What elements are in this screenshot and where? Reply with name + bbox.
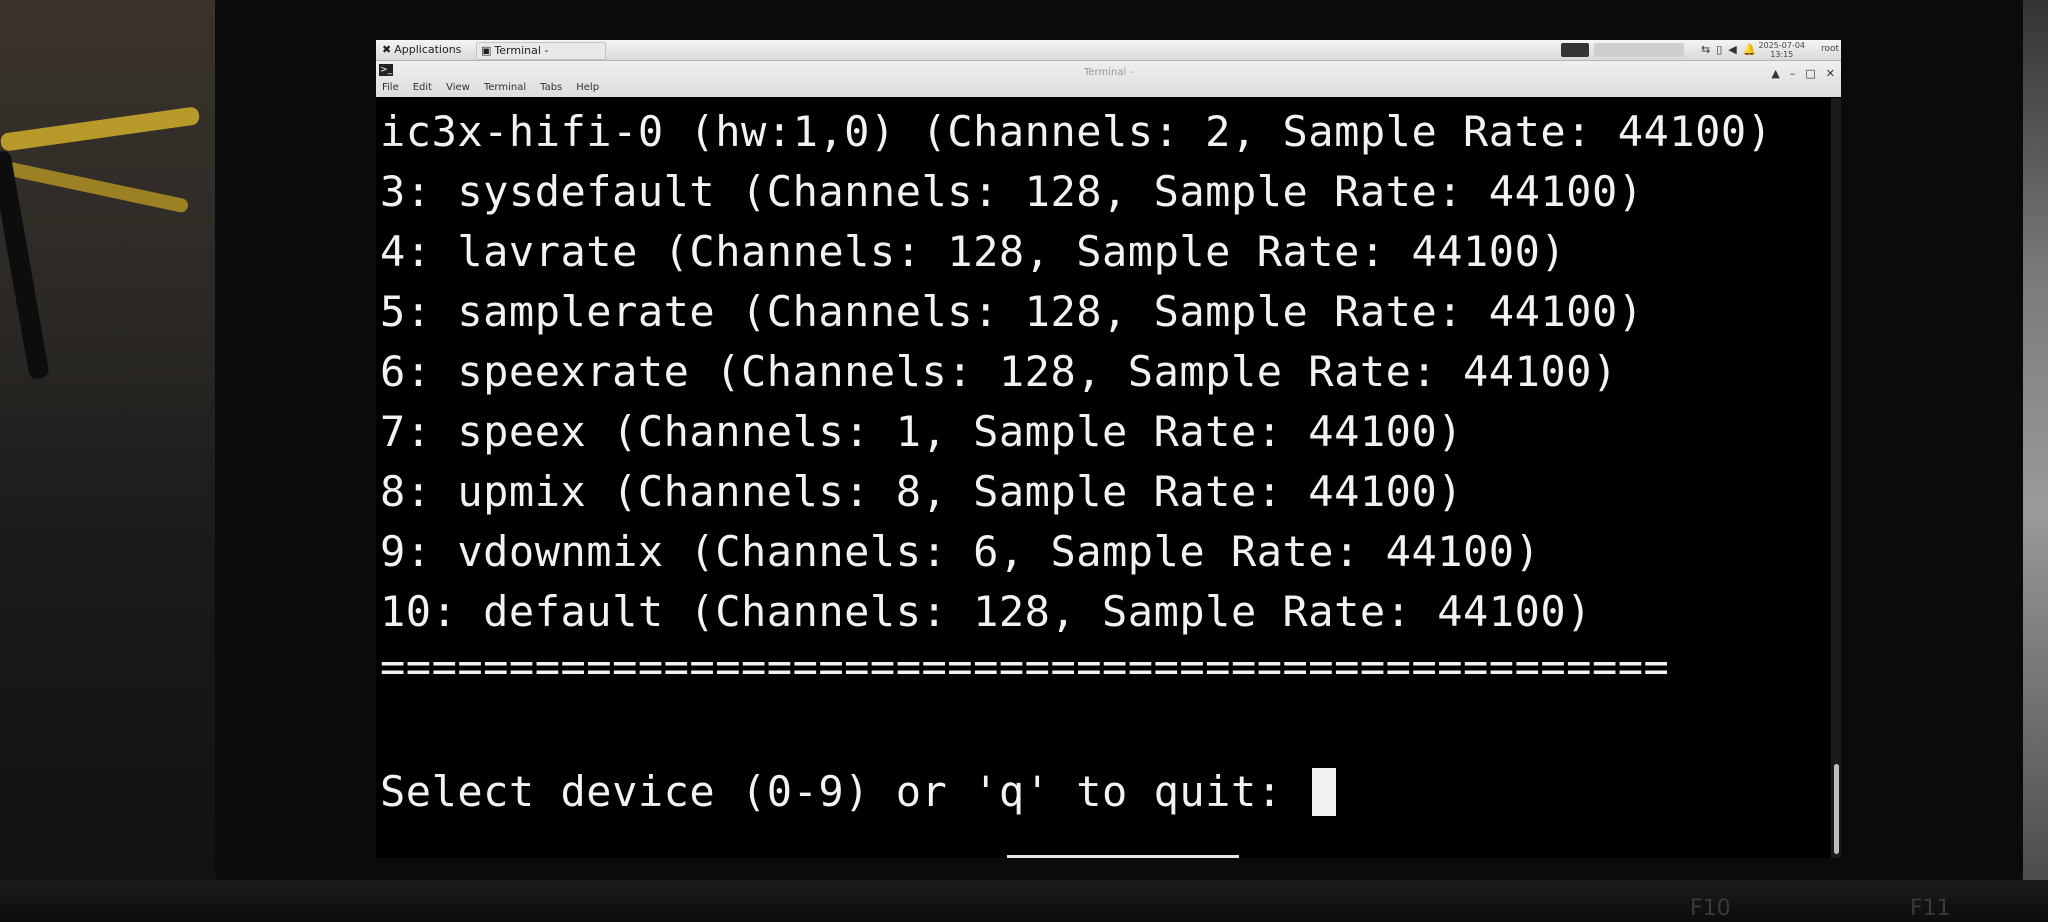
window-controls: ▲ – □ ✕ [1771, 67, 1835, 80]
system-tray: ⇆ ▯ ◀ 🔔 [1701, 43, 1756, 56]
terminal-line: 10: default (Channels: 128, Sample Rate:… [380, 587, 1592, 636]
clock-time: 13:15 [1770, 50, 1794, 59]
terminal-line: ic3x-hifi-0 (hw:1,0) (Channels: 2, Sampl… [380, 107, 1773, 156]
background-left [0, 0, 215, 922]
key-f10: F10 [1690, 896, 1731, 921]
menu-file[interactable]: File [382, 82, 399, 93]
terminal-line: 6: speexrate (Channels: 128, Sample Rate… [380, 347, 1618, 396]
volume-icon[interactable]: ◀ [1728, 43, 1736, 56]
terminal-line: 4: lavrate (Channels: 128, Sample Rate: … [380, 227, 1567, 276]
battery-icon[interactable]: ▯ [1716, 43, 1722, 56]
keyboard-edge [0, 880, 2048, 922]
maximize-icon[interactable]: □ [1805, 67, 1815, 80]
applications-menu[interactable]: ✖ Applications [378, 42, 465, 58]
terminal-prompt-line[interactable]: Select device (0-9) or 'q' to quit: [380, 767, 1337, 816]
collapse-icon[interactable]: ▲ [1771, 67, 1779, 80]
clock[interactable]: 2025-07-04 13:15 [1759, 41, 1806, 59]
close-icon[interactable]: ✕ [1826, 67, 1835, 80]
panel-spacer [1594, 43, 1684, 57]
applications-icon: ✖ [382, 43, 392, 56]
terminal-line: 5: samplerate (Channels: 128, Sample Rat… [380, 287, 1644, 336]
key-f11: F11 [1910, 896, 1951, 921]
screen: ✖ Applications ▣ Terminal - ⇆ ▯ ◀ 🔔 2025… [376, 40, 1841, 858]
menu-help[interactable]: Help [576, 82, 599, 93]
text-cursor [1312, 768, 1337, 816]
yellow-cable [0, 106, 201, 152]
user-menu[interactable]: root [1821, 44, 1839, 54]
terminal-line: 9: vdownmix (Channels: 6, Sample Rate: 4… [380, 527, 1541, 576]
clock-date: 2025-07-04 [1758, 41, 1806, 50]
workspace-switcher[interactable] [1561, 43, 1589, 57]
terminal-separator: ========================================… [380, 642, 1670, 691]
background-right [2023, 0, 2048, 922]
taskbar-indicator [1007, 855, 1239, 858]
terminal-prompt: Select device (0-9) or 'q' to quit: [380, 767, 1309, 816]
top-panel: ✖ Applications ▣ Terminal - ⇆ ▯ ◀ 🔔 2025… [376, 40, 1841, 61]
terminal-line: 8: upmix (Channels: 8, Sample Rate: 4410… [380, 467, 1464, 516]
yellow-cable [0, 160, 190, 214]
window-title: Terminal - [1083, 67, 1134, 78]
applications-label: Applications [394, 43, 462, 56]
menu-edit[interactable]: Edit [413, 82, 432, 93]
menubar: File Edit View Terminal Tabs Help [382, 82, 599, 93]
menu-view[interactable]: View [446, 82, 470, 93]
taskbar-terminal[interactable]: ▣ Terminal - [476, 42, 606, 60]
terminal-task-icon: ▣ [481, 44, 492, 57]
terminal-scrollbar[interactable] [1831, 98, 1841, 858]
menu-tabs[interactable]: Tabs [540, 82, 562, 93]
minimize-icon[interactable]: – [1790, 67, 1796, 80]
notification-icon[interactable]: 🔔 [1743, 43, 1757, 56]
terminal-line: 7: speex (Channels: 1, Sample Rate: 4410… [380, 407, 1464, 456]
terminal-line: 3: sysdefault (Channels: 128, Sample Rat… [380, 167, 1644, 216]
taskbar-terminal-label: Terminal - [494, 44, 549, 57]
window-titlebar[interactable]: >_ Terminal - ▲ – □ ✕ File Edit View Ter… [376, 61, 1841, 97]
black-cable [0, 150, 50, 380]
terminal-output[interactable]: ic3x-hifi-0 (hw:1,0) (Channels: 2, Sampl… [376, 98, 1831, 858]
network-icon[interactable]: ⇆ [1701, 43, 1710, 56]
menu-terminal[interactable]: Terminal [484, 82, 526, 93]
scrollbar-thumb[interactable] [1834, 764, 1839, 854]
